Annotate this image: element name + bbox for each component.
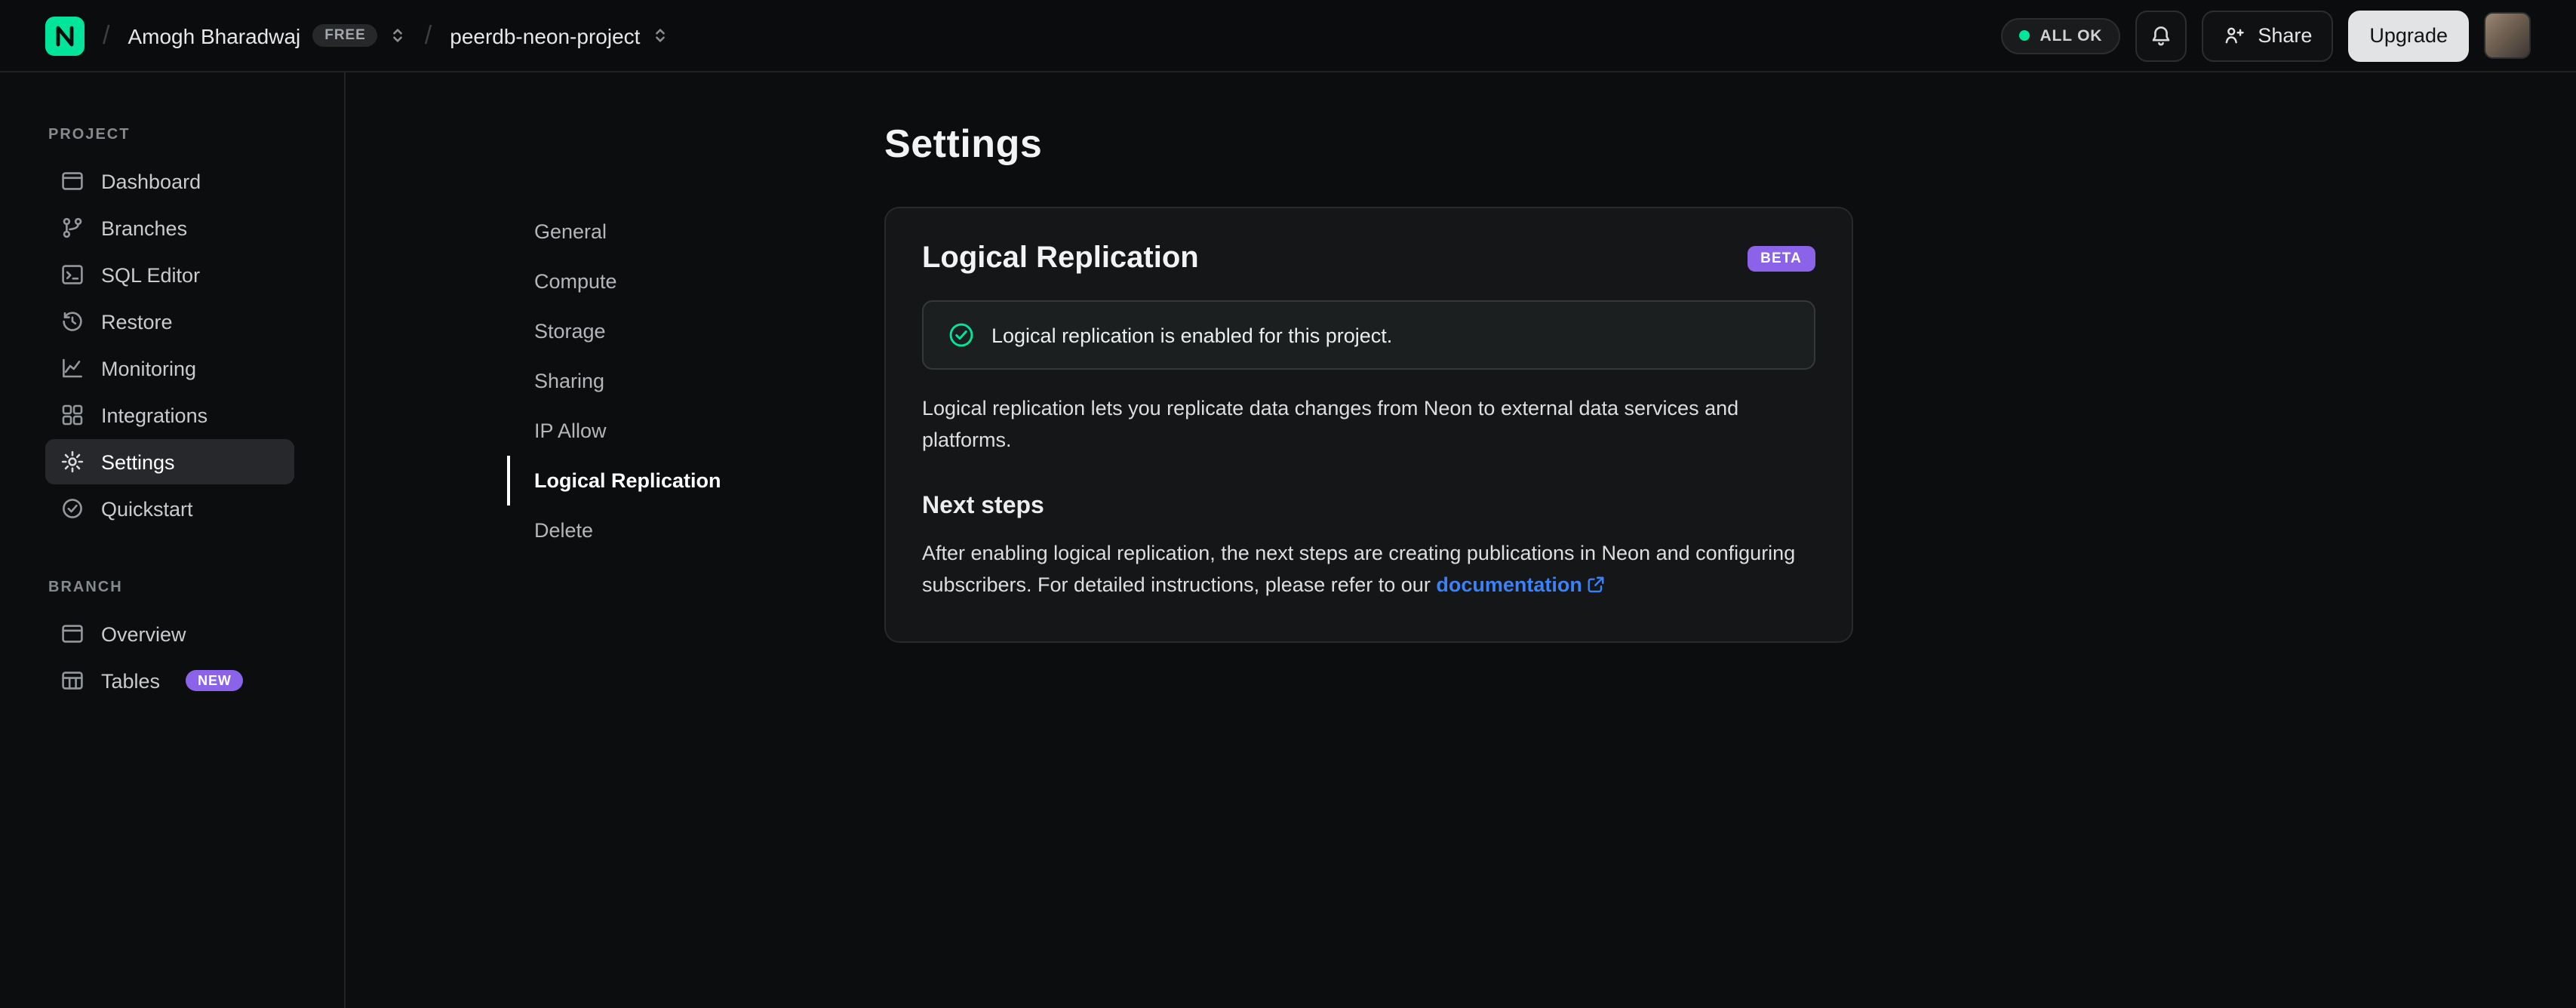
status-label: ALL OK bbox=[2040, 26, 2103, 45]
subnav-item-general[interactable]: General bbox=[507, 207, 884, 257]
sidebar-item-label: Dashboard bbox=[101, 170, 201, 192]
sidebar-item-dashboard[interactable]: Dashboard bbox=[45, 158, 294, 204]
subnav-item-logical-replication[interactable]: Logical Replication bbox=[507, 456, 884, 506]
beta-badge: BETA bbox=[1747, 246, 1815, 272]
sidebar-item-overview[interactable]: Overview bbox=[45, 611, 294, 656]
share-label: Share bbox=[2258, 24, 2313, 47]
overview-icon bbox=[60, 622, 85, 646]
sidebar-item-label: Tables bbox=[101, 669, 161, 692]
status-dot-icon bbox=[2018, 30, 2030, 41]
share-users-icon bbox=[2223, 24, 2246, 47]
subnav-item-ip-allow[interactable]: IP Allow bbox=[507, 406, 884, 456]
sidebar-item-settings[interactable]: Settings bbox=[45, 439, 294, 484]
quickstart-icon bbox=[60, 496, 85, 521]
layout: PROJECT Dashboard Branches SQL Editor Re… bbox=[0, 72, 2576, 1008]
breadcrumb: / Amogh Bharadwaj FREE / peerdb-neon-pro… bbox=[45, 16, 669, 55]
topbar-actions: ALL OK Share Upgrade bbox=[2000, 10, 2531, 61]
check-circle-icon bbox=[948, 321, 975, 349]
sidebar-item-label: Restore bbox=[101, 310, 173, 333]
sidebar-item-label: SQL Editor bbox=[101, 263, 201, 286]
sidebar-item-tables[interactable]: Tables NEW bbox=[45, 658, 294, 703]
logical-replication-card: Logical Replication BETA Logical replica… bbox=[884, 207, 1853, 643]
chevron-updown-icon bbox=[390, 27, 407, 44]
status-pill[interactable]: ALL OK bbox=[2000, 17, 2121, 54]
sidebar-item-monitoring[interactable]: Monitoring bbox=[45, 346, 294, 391]
topbar: / Amogh Bharadwaj FREE / peerdb-neon-pro… bbox=[0, 0, 2576, 72]
integrations-icon bbox=[60, 403, 85, 427]
upgrade-button[interactable]: Upgrade bbox=[2348, 10, 2469, 61]
sidebar-item-label: Monitoring bbox=[101, 357, 197, 380]
settings-subnav: General Compute Storage Sharing IP Allow… bbox=[507, 207, 884, 555]
restore-icon bbox=[60, 309, 85, 333]
branches-icon bbox=[60, 216, 85, 240]
sidebar-item-sql-editor[interactable]: SQL Editor bbox=[45, 252, 294, 297]
org-name: Amogh Bharadwaj bbox=[128, 23, 301, 48]
next-steps-text-body: After enabling logical replication, the … bbox=[922, 541, 1796, 596]
sidebar: PROJECT Dashboard Branches SQL Editor Re… bbox=[0, 72, 346, 1008]
card-description: Logical replication lets you replicate d… bbox=[922, 397, 1739, 451]
page-title: Settings bbox=[884, 121, 1043, 166]
settings-icon bbox=[60, 450, 85, 474]
tables-icon bbox=[60, 668, 85, 693]
project-name: peerdb-neon-project bbox=[450, 23, 641, 48]
next-steps-text: After enabling logical replication, the … bbox=[922, 539, 1815, 602]
sidebar-item-branches[interactable]: Branches bbox=[45, 205, 294, 250]
sidebar-item-integrations[interactable]: Integrations bbox=[45, 392, 294, 438]
breadcrumb-slash: / bbox=[424, 20, 432, 49]
enabled-notice-text: Logical replication is enabled for this … bbox=[991, 324, 1393, 346]
subnav-item-compute[interactable]: Compute bbox=[507, 257, 884, 306]
documentation-link[interactable]: documentation bbox=[1436, 573, 1582, 596]
neon-logo-icon[interactable] bbox=[45, 16, 85, 55]
sidebar-section-project: PROJECT bbox=[48, 127, 131, 143]
subnav-item-storage[interactable]: Storage bbox=[507, 306, 884, 356]
card-title: Logical Replication bbox=[922, 241, 1199, 275]
project-selector[interactable]: peerdb-neon-project bbox=[450, 23, 669, 48]
org-selector[interactable]: Amogh Bharadwaj FREE bbox=[128, 23, 406, 48]
monitoring-icon bbox=[60, 356, 85, 380]
upgrade-label: Upgrade bbox=[2369, 24, 2448, 47]
external-link-icon bbox=[1587, 575, 1606, 595]
app-root: / Amogh Bharadwaj FREE / peerdb-neon-pro… bbox=[0, 0, 2576, 1008]
sidebar-item-label: Integrations bbox=[101, 404, 208, 426]
share-button[interactable]: Share bbox=[2202, 10, 2334, 61]
dashboard-icon bbox=[60, 169, 85, 193]
sql-editor-icon bbox=[60, 263, 85, 287]
sidebar-item-quickstart[interactable]: Quickstart bbox=[45, 486, 294, 531]
bell-icon bbox=[2149, 23, 2173, 48]
sidebar-item-restore[interactable]: Restore bbox=[45, 299, 294, 344]
sidebar-item-label: Overview bbox=[101, 622, 186, 645]
notifications-button[interactable] bbox=[2135, 10, 2187, 61]
subnav-item-delete[interactable]: Delete bbox=[507, 506, 884, 555]
sidebar-item-label: Branches bbox=[101, 217, 188, 239]
sidebar-item-label: Settings bbox=[101, 450, 175, 473]
subnav-item-sharing[interactable]: Sharing bbox=[507, 356, 884, 406]
new-badge: NEW bbox=[186, 670, 244, 691]
next-steps-title: Next steps bbox=[922, 493, 1044, 519]
user-avatar[interactable] bbox=[2484, 12, 2531, 59]
sidebar-section-branch: BRANCH bbox=[48, 579, 123, 596]
breadcrumb-slash: / bbox=[103, 20, 110, 49]
chevron-updown-icon bbox=[652, 27, 669, 44]
enabled-notice: Logical replication is enabled for this … bbox=[922, 300, 1815, 370]
sidebar-item-label: Quickstart bbox=[101, 497, 193, 520]
plan-badge: FREE bbox=[312, 24, 378, 47]
main-content: Settings General Compute Storage Sharing… bbox=[346, 72, 2576, 1008]
